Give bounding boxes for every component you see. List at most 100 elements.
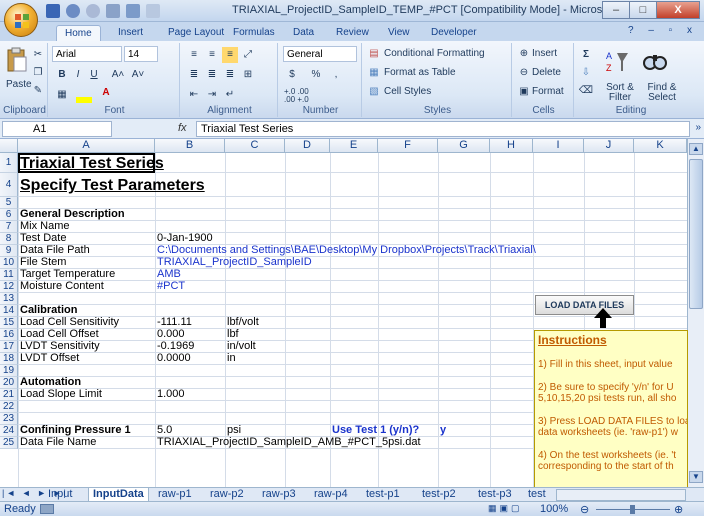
formula-input[interactable]: Triaxial Test Series — [196, 121, 690, 137]
cell-c24[interactable]: psi — [227, 424, 241, 436]
cell-a6[interactable]: General Description — [20, 208, 125, 220]
align-top-icon[interactable]: ≡ — [186, 47, 202, 63]
zoom-out-icon[interactable]: ⊖ — [580, 503, 589, 516]
align-middle-icon[interactable]: ≡ — [204, 47, 220, 63]
percent-button[interactable]: % — [308, 67, 324, 83]
align-left-icon[interactable]: ≣ — [186, 67, 202, 83]
sheet-tab-inputdata[interactable]: InputData — [88, 488, 149, 502]
redo-icon[interactable] — [86, 4, 100, 18]
cell-a20[interactable]: Automation — [20, 376, 81, 388]
delete-cells-button[interactable]: Delete — [532, 67, 561, 78]
sort-filter-icon[interactable]: AZ — [604, 49, 630, 75]
column-header-h[interactable]: H — [490, 139, 533, 153]
comma-button[interactable]: , — [328, 67, 344, 83]
scroll-down-icon[interactable]: ▼ — [689, 471, 703, 483]
sheet-tab-test-p2[interactable]: test-p2 — [422, 488, 456, 502]
cell-a16[interactable]: Load Cell Offset — [20, 328, 99, 340]
cell-a4[interactable]: Specify Test Parameters — [20, 174, 205, 198]
help-icons[interactable]: ? – ▫ x — [628, 25, 698, 36]
cell-g24[interactable]: y — [440, 424, 446, 436]
row-header[interactable]: 24 — [0, 425, 18, 437]
conditional-formatting-button[interactable]: Conditional Formatting — [384, 48, 485, 59]
cut-icon[interactable]: ✂ — [30, 47, 46, 63]
cell-e24[interactable]: Use Test 1 (y/n)? — [332, 424, 419, 436]
find-select-button[interactable]: Find & Select — [640, 83, 684, 103]
row-header[interactable]: 9 — [0, 245, 18, 257]
select-all-corner[interactable] — [0, 139, 18, 153]
row-header[interactable]: 16 — [0, 329, 18, 341]
cell-a7[interactable]: Mix Name — [20, 220, 70, 232]
format-cells-button[interactable]: Format — [532, 86, 564, 97]
fill-icon[interactable]: ⇩ — [578, 65, 594, 81]
expand-formula-bar-icon[interactable]: » — [695, 122, 701, 133]
cell-b9[interactable]: C:\Documents and Settings\BAE\Desktop\My… — [157, 244, 536, 256]
cell-b8[interactable]: 0-Jan-1900 — [157, 232, 213, 244]
customize-qat-icon[interactable] — [146, 4, 160, 18]
cell-a12[interactable]: Moisture Content — [20, 280, 104, 292]
font-name-select[interactable]: Arial — [52, 46, 122, 62]
cell-b15[interactable]: -111.11 — [157, 316, 192, 328]
tab-view[interactable]: View — [380, 25, 418, 42]
maximize-button[interactable]: □ — [629, 1, 657, 19]
row-header[interactable]: 14 — [0, 305, 18, 317]
align-center-icon[interactable]: ≣ — [204, 67, 220, 83]
column-header-a[interactable]: A — [18, 139, 155, 153]
undo-icon[interactable] — [66, 4, 80, 18]
bold-button[interactable]: B — [54, 67, 70, 83]
format-as-table-button[interactable]: Format as Table — [384, 67, 456, 78]
row-header[interactable]: 8 — [0, 233, 18, 245]
cell-b25[interactable]: TRIAXIAL_ProjectID_SampleID_AMB_#PCT_5ps… — [157, 436, 421, 448]
zoom-slider-thumb[interactable] — [630, 505, 635, 514]
load-data-files-button[interactable]: LOAD DATA FILES — [535, 295, 634, 315]
font-size-select[interactable]: 14 — [124, 46, 158, 62]
row-header[interactable]: 1 — [0, 153, 18, 173]
sheet-tab-test-p1[interactable]: test-p1 — [366, 488, 400, 502]
row-header[interactable]: 4 — [0, 173, 18, 197]
view-buttons-icon[interactable]: ▦▣▢ — [488, 503, 523, 514]
copy-icon[interactable]: ❐ — [30, 65, 46, 81]
cell-b21[interactable]: 1.000 — [157, 388, 185, 400]
format-painter-icon[interactable]: ✎ — [30, 83, 46, 99]
vertical-scroll-thumb[interactable] — [689, 159, 703, 309]
sheet-tab-raw-p3[interactable]: raw-p3 — [262, 488, 296, 502]
row-header[interactable]: 18 — [0, 353, 18, 365]
tab-page-layout[interactable]: Page Layout — [160, 25, 232, 42]
cell-a14[interactable]: Calibration — [20, 304, 77, 316]
row-header[interactable]: 6 — [0, 209, 18, 221]
vertical-scrollbar[interactable]: ▲ ▼ — [687, 139, 704, 487]
merge-center-icon[interactable]: ⊞ — [240, 67, 256, 83]
column-header-i[interactable]: I — [533, 139, 584, 153]
sheet-tab-raw-p2[interactable]: raw-p2 — [210, 488, 244, 502]
cell-a17[interactable]: LVDT Sensitivity — [20, 340, 100, 352]
cell-a25[interactable]: Data File Name — [20, 436, 96, 448]
row-header[interactable]: 10 — [0, 257, 18, 269]
column-header-e[interactable]: E — [330, 139, 378, 153]
zoom-in-icon[interactable]: ⊕ — [674, 503, 683, 516]
cell-a9[interactable]: Data File Path — [20, 244, 90, 256]
print-preview-icon[interactable] — [106, 4, 120, 18]
orientation-icon[interactable]: ⤢ — [240, 47, 256, 63]
save-icon[interactable] — [46, 4, 60, 18]
align-bottom-icon[interactable]: ≡ — [222, 47, 238, 63]
tab-home[interactable]: Home — [56, 25, 101, 42]
column-header-d[interactable]: D — [285, 139, 330, 153]
sheet-tab-test[interactable]: test — [528, 488, 546, 502]
cell-a11[interactable]: Target Temperature — [20, 268, 115, 280]
row-header[interactable]: 5 — [0, 197, 18, 209]
row-header[interactable]: 19 — [0, 365, 18, 377]
row-header[interactable]: 15 — [0, 317, 18, 329]
insert-function-button[interactable]: fx — [178, 122, 187, 134]
cell-b24[interactable]: 5.0 — [157, 424, 172, 436]
sort-filter-button[interactable]: Sort & Filter — [598, 83, 642, 103]
row-header[interactable]: 7 — [0, 221, 18, 233]
row-header[interactable]: 20 — [0, 377, 18, 389]
chart-icon[interactable] — [126, 4, 140, 18]
tab-insert[interactable]: Insert — [110, 25, 151, 42]
row-header[interactable]: 25 — [0, 437, 18, 449]
cell-b16[interactable]: 0.000 — [157, 328, 185, 340]
cell-c18[interactable]: in — [227, 352, 236, 364]
row-header[interactable]: 12 — [0, 281, 18, 293]
tab-formulas[interactable]: Formulas — [225, 25, 283, 42]
name-box[interactable]: A1 — [2, 121, 112, 137]
cell-b12[interactable]: #PCT — [157, 280, 185, 292]
